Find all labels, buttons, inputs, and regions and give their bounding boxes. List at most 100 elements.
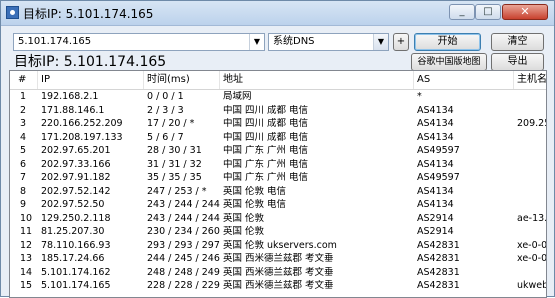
hop-address: 中国 四川 成都 电信 xyxy=(223,118,309,129)
header-address[interactable]: 地址 xyxy=(220,71,414,89)
hop-time: 17 / 20 / * xyxy=(147,118,195,129)
add-dns-button[interactable]: + xyxy=(393,33,409,51)
hop-ip: 171.208.197.133 xyxy=(41,131,123,143)
hop-number: 3 xyxy=(20,118,27,129)
app-icon xyxy=(6,6,19,19)
hop-time: 243 / 244 / 244 xyxy=(147,212,220,224)
hop-hostname xyxy=(514,186,546,198)
hop-as: AS4134 xyxy=(417,158,454,170)
google-china-map-button[interactable]: 谷歌中国版地图 xyxy=(411,53,487,71)
hop-number: 13 xyxy=(20,253,33,264)
hop-as: AS49597 xyxy=(417,145,460,156)
hop-time: 243 / 244 / 244 xyxy=(147,199,220,210)
hop-number: 2 xyxy=(20,104,27,116)
hop-address: 英国 伦敦 电信 xyxy=(223,199,287,210)
hop-ip: 202.97.33.166 xyxy=(41,158,111,170)
hop-address: 中国 广东 广州 电信 xyxy=(223,172,309,183)
table-row[interactable]: 3 220.166.252.209 17 / 20 / * 中国 四川 成都 电信 AS… xyxy=(10,118,546,130)
table-row[interactable]: 2 171.88.146.1 2 / 3 / 3 中国 四川 成都 电信 AS4134 xyxy=(10,104,546,117)
hop-as: AS49597 xyxy=(417,172,460,183)
hop-number: 8 xyxy=(20,185,27,197)
hop-number: 9 xyxy=(20,199,27,210)
traceroute-window: 目标IP: 5.101.174.165 _ □ ✕ 5.101.174.165 … xyxy=(0,0,555,298)
hop-hostname xyxy=(514,267,546,279)
hop-number: 5 xyxy=(20,145,27,156)
table-row[interactable]: 14 5.101.174.162 248 / 248 / 249 英国 西米德兰兹郡 … xyxy=(10,266,546,279)
close-button[interactable]: ✕ xyxy=(502,4,548,20)
hop-address: 英国 伦敦 xyxy=(223,212,265,224)
hop-address: 英国 伦敦 电信 xyxy=(223,185,287,197)
table-row[interactable]: 12 78.110.166.93 293 / 293 / 297 英国 伦敦 ukse… xyxy=(10,239,547,252)
hop-hostname xyxy=(514,159,546,171)
hop-ip: 81.25.207.30 xyxy=(41,226,105,237)
hop-ip: 220.166.252.209 xyxy=(41,118,123,129)
hop-hostname: 209.252. xyxy=(517,118,546,129)
header-ip[interactable]: IP xyxy=(38,71,144,89)
hop-as: AS4134 xyxy=(417,118,454,129)
target-ip-value: 5.101.174.165 xyxy=(18,36,92,47)
header-hostname[interactable]: 主机名 xyxy=(514,71,546,89)
minimize-button[interactable]: _ xyxy=(449,4,475,20)
hop-as: AS42831 xyxy=(417,280,460,291)
header-time[interactable]: 时间(ms) xyxy=(144,71,220,89)
hop-hostname xyxy=(514,132,546,144)
hop-as: * xyxy=(417,91,422,102)
hop-ip: 129.250.2.118 xyxy=(41,212,111,224)
chevron-down-icon[interactable]: ▼ xyxy=(249,34,264,50)
table-row[interactable]: 5 202.97.65.201 28 / 30 / 31 中国 广东 广州 电信 AS4… xyxy=(10,145,546,157)
hop-as: AS42831 xyxy=(417,266,460,278)
table-row[interactable]: 6 202.97.33.166 31 / 31 / 32 中国 广东 广州 电信 AS4… xyxy=(10,158,546,171)
header-number[interactable]: # xyxy=(10,71,38,89)
hop-as: AS2914 xyxy=(417,226,454,237)
start-button[interactable]: 开始 xyxy=(414,33,481,51)
maximize-button[interactable]: □ xyxy=(475,4,501,20)
hop-hostname: xe-0-0- xyxy=(517,239,547,251)
dns-select-value: 系统DNS xyxy=(273,36,315,47)
hop-ip: 171.88.146.1 xyxy=(41,104,105,116)
hop-address: 中国 广东 广州 电信 xyxy=(223,145,309,156)
hop-ip: 202.97.52.50 xyxy=(41,199,105,210)
table-row[interactable]: 7 202.97.91.182 35 / 35 / 35 中国 广东 广州 电信 AS4… xyxy=(10,172,546,184)
export-button[interactable]: 导出 xyxy=(491,53,544,71)
header-as[interactable]: AS xyxy=(414,71,514,89)
hop-address: 英国 西米德兰兹郡 考文垂 xyxy=(223,266,334,278)
table-row[interactable]: 9 202.97.52.50 243 / 244 / 244 英国 伦敦 电信 AS41… xyxy=(10,199,546,211)
hop-address: 中国 广东 广州 电信 xyxy=(223,158,309,170)
table-header: # IP 时间(ms) 地址 AS 主机名 xyxy=(10,71,546,90)
table-row[interactable]: 8 202.97.52.142 247 / 253 / * 英国 伦敦 电信 AS413… xyxy=(10,185,546,198)
table-row[interactable]: 11 81.25.207.30 230 / 234 / 260 英国 伦敦 AS2914 xyxy=(10,226,546,238)
title-bar[interactable]: 目标IP: 5.101.174.165 _ □ ✕ xyxy=(1,1,554,26)
results-table[interactable]: # IP 时间(ms) 地址 AS 主机名 1 192.168.2.1 0 / 0 … xyxy=(9,70,547,298)
hop-as: AS42831 xyxy=(417,253,460,264)
table-row[interactable]: 1 192.168.2.1 0 / 0 / 1 局域网 * xyxy=(10,91,546,103)
dns-select[interactable]: 系统DNS ▼ xyxy=(268,33,389,51)
hop-address: 局域网 xyxy=(223,91,252,102)
window-title: 目标IP: 5.101.174.165 xyxy=(23,7,154,21)
hop-time: 248 / 248 / 249 xyxy=(147,266,220,278)
hop-ip: 202.97.52.142 xyxy=(41,185,111,197)
hop-ip: 185.17.24.66 xyxy=(41,253,105,264)
hop-time: 244 / 245 / 246 xyxy=(147,253,220,264)
hop-hostname xyxy=(514,145,546,157)
chevron-down-icon[interactable]: ▼ xyxy=(373,34,388,50)
hop-as: AS4134 xyxy=(417,131,454,143)
hop-as: AS4134 xyxy=(417,185,454,197)
hop-hostname xyxy=(514,105,546,117)
hop-as: AS42831 xyxy=(417,239,460,251)
hop-address: 英国 伦敦 xyxy=(223,226,265,237)
hop-time: 293 / 293 / 297 xyxy=(147,239,220,251)
hop-number: 1 xyxy=(20,91,27,102)
target-ip-combobox[interactable]: 5.101.174.165 ▼ xyxy=(13,33,265,51)
hop-time: 35 / 35 / 35 xyxy=(147,172,202,183)
table-row[interactable]: 10 129.250.2.118 243 / 244 / 244 英国 伦敦 AS291… xyxy=(10,212,546,225)
table-row[interactable]: 4 171.208.197.133 5 / 6 / 7 中国 四川 成都 电信 AS41… xyxy=(10,131,546,144)
hop-time: 31 / 31 / 32 xyxy=(147,158,202,170)
hop-address: 中国 四川 成都 电信 xyxy=(223,104,309,116)
hop-hostname xyxy=(514,172,546,184)
clear-button[interactable]: 清空 xyxy=(491,33,544,51)
hop-number: 11 xyxy=(20,226,33,237)
hop-number: 6 xyxy=(20,158,27,170)
hop-as: AS4134 xyxy=(417,104,454,116)
table-row[interactable]: 15 5.101.174.165 228 / 228 / 229 英国 西米德兰兹郡 … xyxy=(10,280,546,292)
table-row[interactable]: 13 185.17.24.66 244 / 245 / 246 英国 西米德兰兹郡 考… xyxy=(10,253,546,265)
